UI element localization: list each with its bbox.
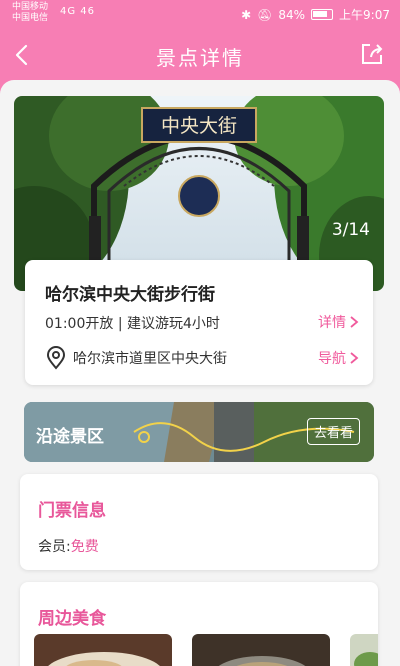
food-section-title: 周边美食 (38, 609, 106, 629)
battery-icon (311, 9, 334, 20)
status-right: ✱ 🔕︎ 84% 上午9:07 (241, 6, 390, 23)
ticket-section-title: 门票信息 (38, 501, 106, 521)
view-route-button[interactable]: 去看看 (306, 418, 360, 445)
signal-indicator: 4G 46 (60, 6, 96, 17)
carrier-info: 中国移动 中国电信 (12, 2, 48, 24)
share-icon (362, 44, 383, 64)
route-label: 沿途景区 (36, 427, 104, 447)
opening-hours: 01:00开放 (45, 316, 114, 332)
carrier-1: 中国移动 (12, 2, 49, 12)
navigate-link[interactable]: 导航 (318, 348, 359, 368)
mute-icon: 🔕︎ (257, 7, 273, 22)
detail-label: 详情 (318, 315, 346, 331)
attraction-info-card: 哈尔滨中央大街步行街 01:00开放 | 建议游玩4小时 详情 哈尔滨市道里区中… (25, 260, 373, 385)
nearby-food-card: 周边美食 (20, 582, 378, 666)
chevron-right-icon (350, 352, 359, 364)
status-bar: 中国移动 中国电信 4G 46 ✱ 🔕︎ 84% 上午9:07 (0, 0, 400, 28)
ticket-info-card: 门票信息 会员:免费 (20, 474, 378, 570)
food-thumbnail[interactable] (192, 634, 330, 666)
address-text: 哈尔滨市道里区中央大街 (73, 351, 227, 367)
navigate-label: 导航 (318, 351, 346, 367)
food-thumbnail[interactable] (350, 634, 378, 666)
food-photo (192, 634, 330, 666)
hours-line: 01:00开放 | 建议游玩4小时 (45, 313, 220, 333)
navbar: 景点详情 (0, 30, 400, 80)
food-photo (350, 634, 378, 666)
bluetooth-icon: ✱ (241, 7, 252, 22)
separator: | (117, 316, 123, 332)
member-price-value: 免费 (70, 539, 99, 555)
gallery-counter: 3/14 (331, 220, 370, 240)
member-price: 会员:免费 (38, 536, 99, 556)
location-pin-icon (46, 346, 66, 370)
chevron-right-icon (350, 316, 359, 328)
food-thumbnail[interactable] (34, 634, 172, 666)
clock: 上午9:07 (339, 8, 390, 22)
share-button[interactable] (358, 40, 386, 68)
food-photo (34, 634, 172, 666)
carrier-2: 中国电信 (12, 13, 49, 23)
address-row: 哈尔滨市道里区中央大街 (45, 346, 227, 370)
detail-link[interactable]: 详情 (318, 312, 359, 332)
visit-duration: 建议游玩4小时 (126, 316, 220, 332)
battery-text: 84% (278, 7, 306, 22)
page-title: 景点详情 (156, 46, 244, 70)
member-prefix: 会员: (38, 539, 71, 555)
route-banner[interactable]: 沿途景区 去看看 (24, 402, 374, 462)
attraction-name: 哈尔滨中央大街步行街 (45, 285, 215, 305)
sign-text: 中央大街 (161, 115, 237, 137)
